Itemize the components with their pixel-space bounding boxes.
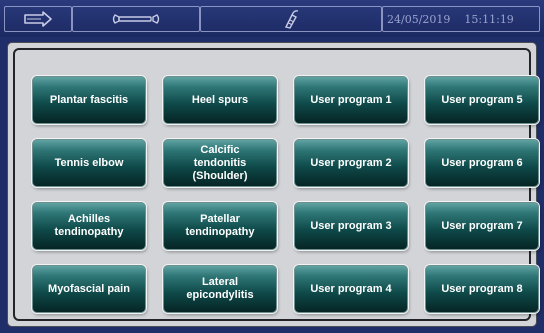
date-time-display: 24/05/2019 15:11:19 — [382, 6, 540, 32]
program-button-plantar-fascitis[interactable]: Plantar fascitis — [32, 76, 146, 124]
program-button-myofascial-pain[interactable]: Myofascial pain — [32, 265, 146, 313]
date-text: 24/05/2019 — [387, 12, 451, 26]
program-button-tennis-elbow[interactable]: Tennis elbow — [32, 139, 146, 187]
handpiece-button[interactable] — [200, 6, 382, 32]
program-button-lateral-epicondylitis[interactable]: Lateral epicondylitis — [163, 265, 277, 313]
program-button-calcific-tendonitis[interactable]: Calcific tendonitis (Shoulder) — [163, 139, 277, 187]
program-button-user-4[interactable]: User program 4 — [294, 265, 408, 313]
program-button-user-2[interactable]: User program 2 — [294, 139, 408, 187]
program-button-user-6[interactable]: User program 6 — [425, 139, 539, 187]
program-button-achilles-tendinopathy[interactable]: Achilles tendinopathy — [32, 202, 146, 250]
program-button-user-3[interactable]: User program 3 — [294, 202, 408, 250]
program-button-user-7[interactable]: User program 7 — [425, 202, 539, 250]
program-button-user-8[interactable]: User program 8 — [425, 265, 539, 313]
program-button-user-5[interactable]: User program 5 — [425, 76, 539, 124]
program-button-user-1[interactable]: User program 1 — [294, 76, 408, 124]
program-grid: Plantar fascitis Heel spurs User program… — [13, 48, 539, 321]
back-button[interactable] — [4, 6, 72, 32]
program-panel: Plantar fascitis Heel spurs User program… — [7, 42, 539, 327]
top-bar: 24/05/2019 15:11:19 — [0, 0, 544, 37]
settings-button[interactable] — [72, 6, 200, 32]
handpiece-icon — [284, 10, 299, 29]
arrow-right-icon — [24, 11, 52, 27]
program-button-patellar-tendinopathy[interactable]: Patellar tendinopathy — [163, 202, 277, 250]
program-button-heel-spurs[interactable]: Heel spurs — [163, 76, 277, 124]
wrench-icon — [112, 14, 160, 24]
time-text: 15:11:19 — [464, 12, 514, 26]
